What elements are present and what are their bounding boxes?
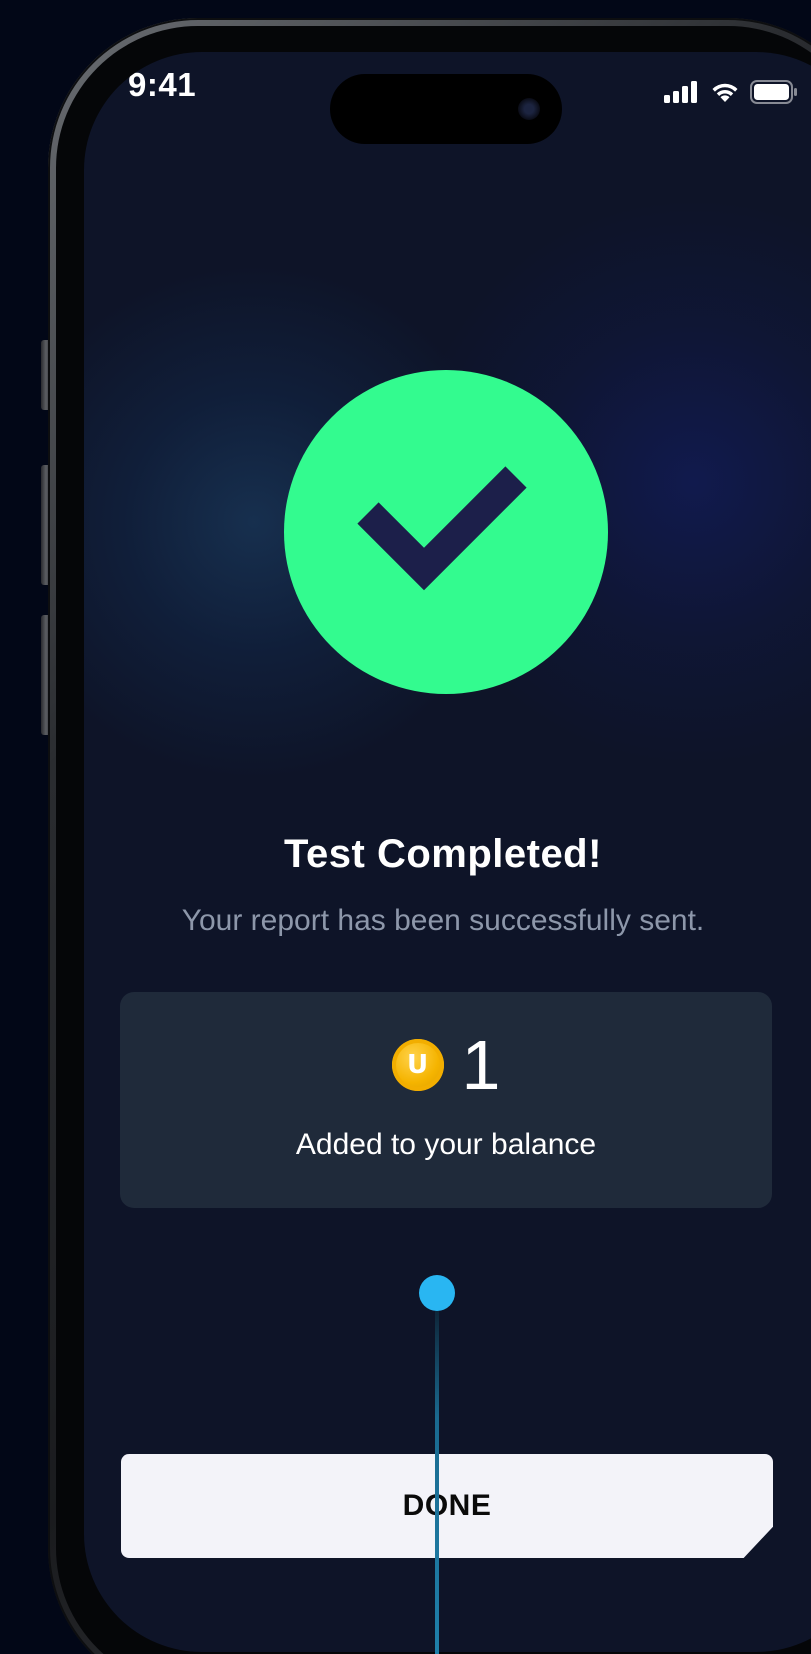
page-subtitle: Your report has been successfully sent. (181, 904, 705, 937)
annotation-pointer-line (435, 1292, 439, 1654)
done-button[interactable]: DONE (121, 1454, 773, 1558)
coin-icon: U (391, 1039, 444, 1091)
status-icons (664, 80, 798, 104)
page-title: Test Completed! (284, 832, 602, 876)
phone-screen: 9:41 Test Completed! Your report has bee… (84, 52, 811, 1652)
reward-row: U 1 (120, 1030, 772, 1100)
wifi-icon (712, 83, 738, 102)
success-check-circle (284, 370, 608, 694)
dynamic-island (330, 74, 562, 144)
reward-amount: 1 (461, 1026, 501, 1104)
battery-icon (750, 80, 797, 104)
coin-letter: U (406, 1050, 429, 1080)
reward-card: U 1 Added to your balance (120, 992, 772, 1208)
status-time: 9:41 (128, 66, 197, 103)
done-button-label: DONE (402, 1489, 492, 1522)
reward-caption: Added to your balance (295, 1128, 597, 1161)
checkmark-icon (357, 466, 527, 591)
annotation-pointer-dot (419, 1275, 455, 1311)
front-camera-icon (518, 98, 540, 120)
cellular-signal-icon (664, 81, 697, 103)
stage: 9:41 Test Completed! Your report has bee… (0, 0, 811, 1654)
